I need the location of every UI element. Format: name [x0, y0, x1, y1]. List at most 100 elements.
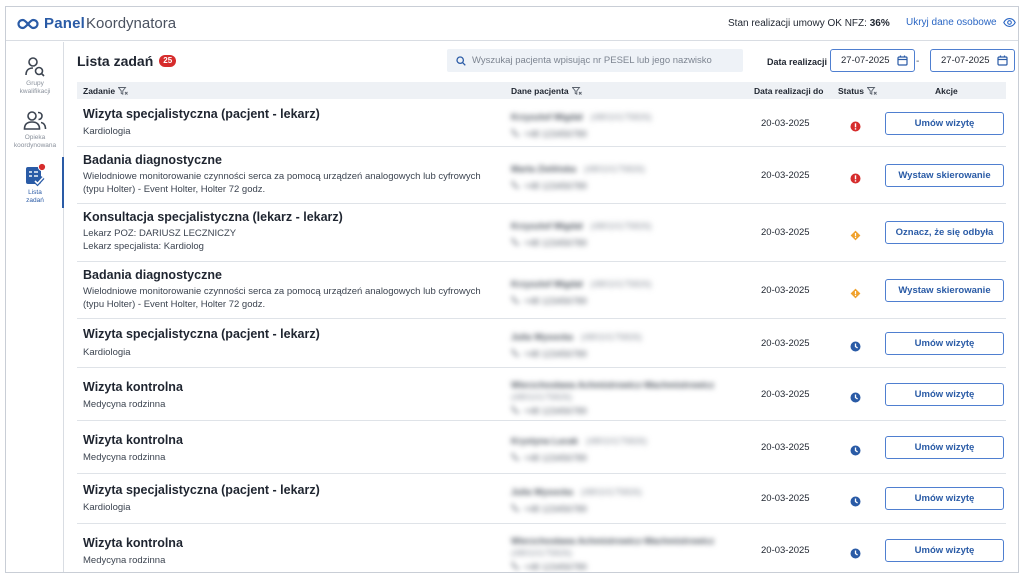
date-range-separator: - — [916, 56, 920, 67]
top-bar: Panel Koordynatora Stan realizacji umowy… — [6, 7, 1018, 41]
patient-name: Julia Wysocka — [511, 487, 573, 497]
filter-icon[interactable] — [118, 87, 128, 95]
sidebar: Grupy kwalifikacji Opieka koordynowana L… — [6, 42, 64, 572]
date-to-value: 27-07-2025 — [941, 55, 990, 66]
table-row: Wizyta specjalistyczna (pacjent - lekarz… — [77, 319, 1006, 368]
clock-status-icon — [850, 494, 861, 512]
column-header-patient[interactable]: Dane pacjenta — [511, 86, 582, 96]
patient-phone: +48 123456789 — [511, 452, 647, 464]
patient-data: Marta Zielińska (48010175826) +48 12345678… — [511, 163, 645, 192]
users-icon — [23, 111, 47, 130]
table-row: Wizyta kontrolna Medycyna rodzinna Wierzch… — [77, 368, 1006, 421]
hide-personal-data-button[interactable]: Ukryj dane osobowe — [906, 17, 1016, 28]
table-row: Badania diagnostyczne Wielodniowe monitor… — [77, 262, 1006, 319]
patient-pesel: (48010175826) — [511, 548, 573, 558]
column-header-actions: Akcje — [935, 86, 958, 96]
sidebar-item-task-list[interactable]: Lista zadań — [6, 163, 64, 205]
row-action-button[interactable]: Umów wizytę — [885, 383, 1004, 406]
active-indicator — [62, 157, 64, 208]
patient-pesel: (48010175826) — [590, 279, 652, 289]
task-detail-line: Kardiologia — [83, 126, 131, 137]
row-action-button[interactable]: Wystaw skierowanie — [885, 164, 1004, 187]
patient-phone: +48 123456789 — [511, 295, 652, 307]
table-header: Zadanie Dane pacjenta Data realizacji do — [77, 82, 1006, 99]
task-title: Wizyta specjalistyczna (pacjent - lekarz… — [83, 483, 320, 497]
phone-icon — [511, 295, 520, 307]
row-action-button[interactable]: Umów wizytę — [885, 436, 1004, 459]
logo-text-bold: Panel — [44, 15, 86, 32]
task-title: Wizyta kontrolna — [83, 433, 183, 447]
sidebar-item-qualification-groups[interactable]: Grupy kwalifikacji — [6, 56, 64, 96]
table-row: Wizyta specjalistyczna (pacjent - lekarz… — [77, 474, 1006, 524]
hide-personal-data-label: Ukryj dane osobowe — [906, 17, 997, 28]
task-title: Wizyta specjalistyczna (pacjent - lekarz… — [83, 327, 320, 341]
row-action-button[interactable]: Umów wizytę — [885, 539, 1004, 562]
table-row: Badania diagnostyczne Wielodniowe monitor… — [77, 147, 1006, 204]
task-detail-line: Medycyna rodzinna — [83, 399, 166, 410]
patient-phone: +48 123456789 — [511, 237, 652, 249]
sidebar-item-label: Lista zadań — [26, 189, 44, 204]
task-title: Wizyta kontrolna — [83, 380, 183, 394]
patient-phone: +48 123456789 — [511, 180, 645, 192]
filter-icon[interactable] — [571, 87, 582, 95]
row-action-button[interactable]: Wystaw skierowanie — [885, 279, 1004, 302]
due-date: 20-03-2025 — [761, 442, 810, 453]
app-logo[interactable]: Panel Koordynatora — [17, 15, 176, 32]
task-details: Medycyna rodzinna — [83, 452, 493, 465]
infinity-logo-icon — [17, 18, 39, 29]
patient-pesel: (48010175826) — [580, 487, 642, 497]
row-action-button[interactable]: Oznacz, że się odbyła — [885, 221, 1004, 244]
task-title: Wizyta specjalistyczna (pacjent - lekarz… — [83, 107, 320, 121]
date-to-field[interactable]: 27-07-2025 — [930, 49, 1015, 72]
patient-phone: +48 123456789 — [511, 503, 642, 515]
patient-phone: +48 123456789 — [511, 561, 714, 572]
patient-pesel: (48010175826) — [584, 164, 646, 174]
app-window: Panel Koordynatora Stan realizacji umowy… — [5, 6, 1019, 573]
search-input[interactable] — [472, 55, 732, 66]
patient-name: Krzysztof Migdał — [511, 221, 583, 231]
eye-icon — [1002, 18, 1016, 27]
sidebar-item-label: Grupy kwalifikacji — [19, 80, 51, 95]
patient-pesel: (48010175826) — [580, 332, 642, 342]
task-detail-line: (typu Holter) - Event Holter, Holter 72 … — [83, 183, 266, 195]
phone-icon — [511, 237, 520, 249]
task-details: Medycyna rodzinna — [83, 555, 493, 568]
patient-name: Krystyna Lucak — [511, 436, 579, 446]
column-header-task[interactable]: Zadanie — [83, 86, 128, 96]
due-date: 20-03-2025 — [761, 389, 810, 400]
due-date: 20-03-2025 — [761, 285, 810, 296]
due-date: 20-03-2025 — [761, 493, 810, 504]
due-date: 20-03-2025 — [761, 227, 810, 238]
calendar-icon[interactable] — [897, 55, 908, 66]
patient-data: Krzysztof Migdał (48010175826) +48 1234567… — [511, 278, 652, 307]
clock-status-icon — [850, 546, 861, 564]
phone-icon — [511, 452, 520, 464]
due-date: 20-03-2025 — [761, 545, 810, 556]
task-detail-line: Kardiologia — [83, 347, 131, 358]
phone-icon — [511, 561, 520, 572]
row-action-button[interactable]: Umów wizytę — [885, 332, 1004, 355]
phone-icon — [511, 348, 520, 360]
task-detail-line: Medycyna rodzinna — [83, 452, 166, 463]
table-row: Wizyta kontrolna Medycyna rodzinna Krystyn… — [77, 421, 1006, 474]
logo-text-light: Koordynatora — [86, 15, 177, 32]
filter-icon[interactable] — [866, 87, 877, 95]
calendar-icon[interactable] — [997, 55, 1008, 66]
task-title: Wizyta kontrolna — [83, 536, 183, 550]
patient-name: Krzysztof Migdał — [511, 279, 583, 289]
row-action-button[interactable]: Umów wizytę — [885, 487, 1004, 510]
task-title: Badania diagnostyczne — [83, 268, 222, 282]
table-row: Konsultacja specjalistyczna (lekarz - le… — [77, 204, 1006, 262]
nfz-label: Stan realizacji umowy OK NFZ: — [728, 18, 867, 29]
column-header-date[interactable]: Data realizacji do — [754, 86, 823, 96]
date-from-field[interactable]: 27-07-2025 — [830, 49, 915, 72]
patient-data: Wierzchosława Achmistrowicz-Wachmistrowi… — [511, 535, 714, 572]
task-list-icon — [26, 163, 47, 187]
date-filter-label: Data realizacji — [767, 57, 828, 67]
row-action-button[interactable]: Umów wizytę — [885, 112, 1004, 135]
task-title: Konsultacja specjalistyczna (lekarz - le… — [83, 210, 343, 224]
column-header-status[interactable]: Status — [838, 86, 877, 96]
search-box[interactable] — [447, 49, 743, 72]
phone-icon — [511, 405, 520, 417]
sidebar-item-coordinated-care[interactable]: Opieka koordynowana — [6, 110, 64, 150]
